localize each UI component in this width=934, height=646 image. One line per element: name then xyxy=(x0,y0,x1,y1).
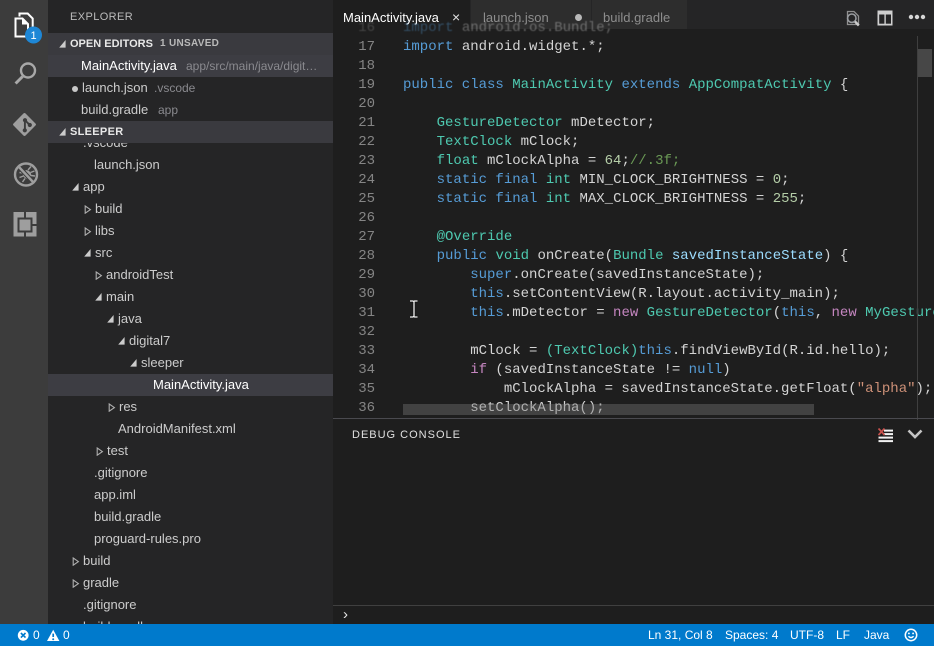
svg-text:1: 1 xyxy=(30,30,36,42)
